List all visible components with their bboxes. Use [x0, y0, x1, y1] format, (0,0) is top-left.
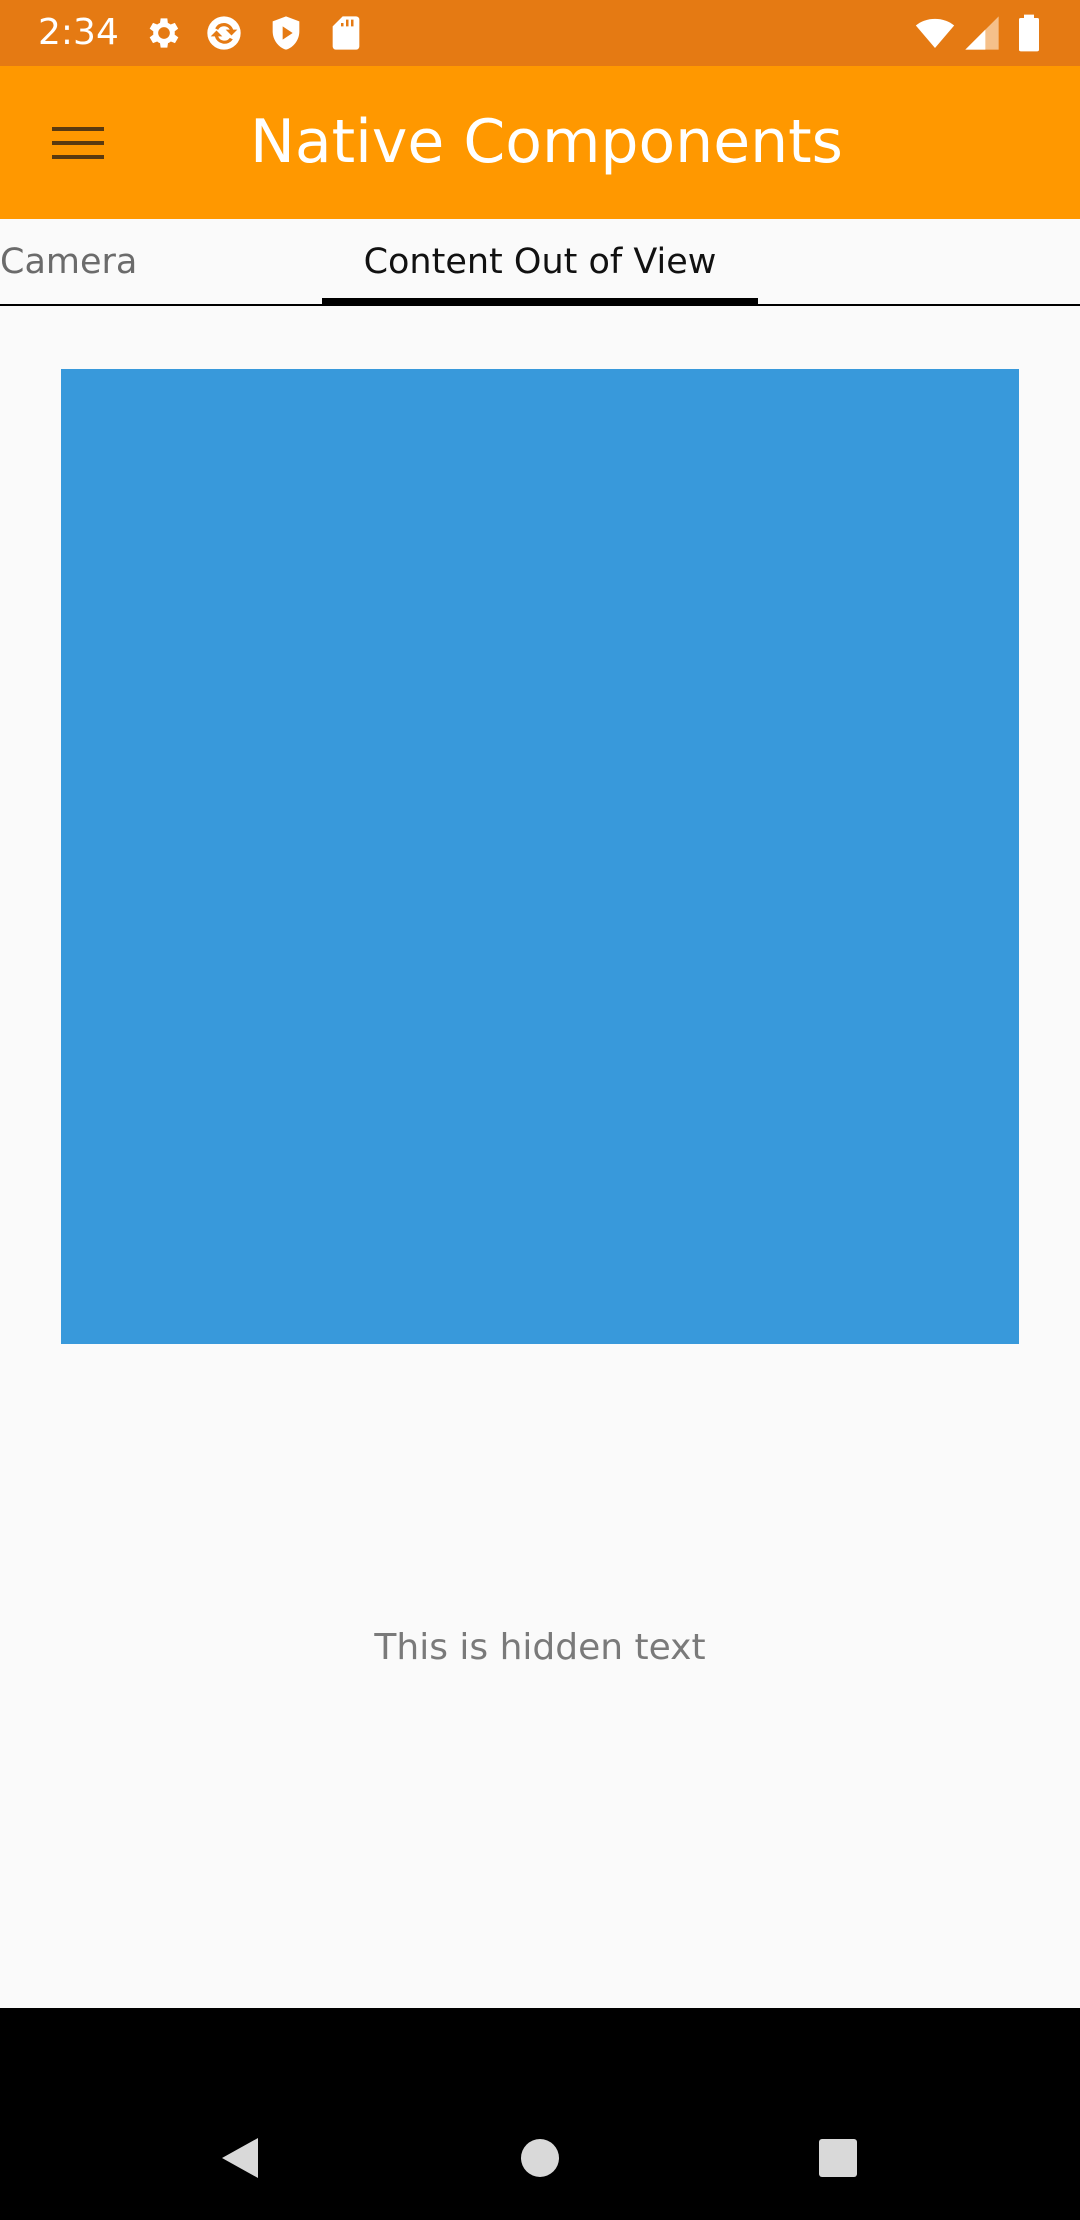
page-title: Native Components [250, 107, 843, 177]
gear-icon [144, 13, 184, 53]
home-icon [518, 2136, 562, 2180]
blue-content-box [61, 369, 1019, 1344]
recents-button[interactable] [806, 2126, 870, 2190]
tab-label: Camera [0, 241, 138, 282]
system-nav-bar [0, 2008, 1080, 2220]
status-bar: 2:34 [0, 0, 1080, 66]
signal-icon [962, 13, 1002, 53]
tab-bar: Camera Content Out of View [0, 219, 1080, 306]
sd-card-icon [326, 13, 366, 53]
wifi-icon [912, 13, 958, 53]
menu-button[interactable] [36, 111, 120, 175]
battery-icon [1014, 13, 1044, 53]
home-button[interactable] [508, 2126, 572, 2190]
shield-play-icon [266, 13, 306, 53]
status-time: 2:34 [38, 12, 119, 53]
recents-icon [816, 2136, 860, 2180]
back-button[interactable] [208, 2126, 272, 2190]
tab-camera[interactable]: Camera [0, 219, 320, 304]
hamburger-menu-icon [50, 123, 106, 163]
tab-label: Content Out of View [363, 241, 717, 282]
tab-content-out-of-view[interactable]: Content Out of View [322, 219, 758, 304]
back-icon [218, 2134, 262, 2182]
sync-icon [204, 13, 244, 53]
hidden-text: This is hidden text [374, 1627, 706, 1668]
tab-selected-indicator [322, 298, 758, 304]
app-bar: Native Components [0, 66, 1080, 219]
